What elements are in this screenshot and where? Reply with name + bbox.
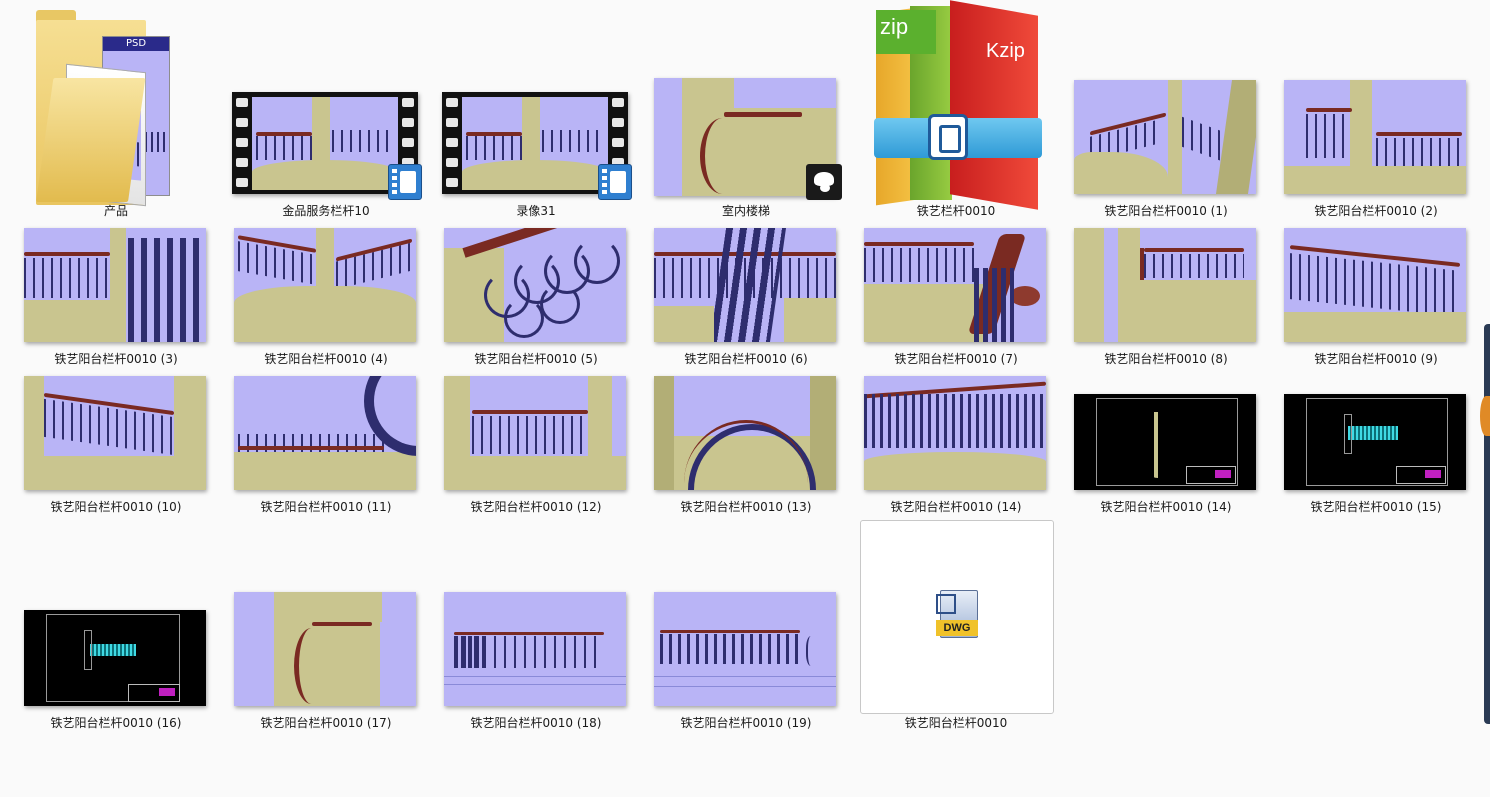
- image-thumbnail: [444, 228, 626, 342]
- kzip-text: Kzip: [986, 40, 1025, 62]
- folder-icon: PSD: [36, 8, 170, 207]
- file-label: 铁艺阳台栏杆0010 (2): [1314, 204, 1438, 218]
- image-thumbnail: [24, 228, 206, 342]
- file-label: 铁艺阳台栏杆0010 (14): [890, 500, 1022, 514]
- file-label: 铁艺阳台栏杆0010 (11): [260, 500, 392, 514]
- file-label: 铁艺阳台栏杆0010 (9): [1314, 352, 1438, 366]
- image-thumbnail: [444, 592, 626, 706]
- file-label: 金品服务栏杆10: [282, 204, 370, 218]
- image-thumbnail: [234, 228, 416, 342]
- image-thumbnail: [654, 376, 836, 490]
- image-viewer-icon: [806, 164, 842, 200]
- video-icon: [388, 164, 422, 200]
- file-label: 铁艺阳台栏杆0010 (15): [1310, 500, 1442, 514]
- file-label: 铁艺阳台栏杆0010 (4): [264, 352, 388, 366]
- cad-thumbnail: [1074, 394, 1256, 490]
- image-thumbnail: [444, 376, 626, 490]
- file-label: 铁艺阳台栏杆0010 (16): [50, 716, 182, 730]
- file-label: 铁艺阳台栏杆0010 (18): [470, 716, 602, 730]
- file-label: 铁艺阳台栏杆0010 (8): [1104, 352, 1228, 366]
- psd-badge: PSD: [103, 37, 169, 51]
- file-label: 铁艺阳台栏杆0010 (17): [260, 716, 392, 730]
- image-thumbnail: [1074, 228, 1256, 342]
- file-label: 铁艺阳台栏杆0010 (19): [680, 716, 812, 730]
- cad-thumbnail: [1284, 394, 1466, 490]
- image-thumbnail: [234, 592, 416, 706]
- file-label: 铁艺栏杆0010: [916, 204, 996, 218]
- file-label: 铁艺阳台栏杆0010 (5): [474, 352, 598, 366]
- file-label: 铁艺阳台栏杆0010 (13): [680, 500, 812, 514]
- file-label: 铁艺阳台栏杆0010 (10): [50, 500, 182, 514]
- file-label: 铁艺阳台栏杆0010: [904, 716, 1008, 730]
- file-label: 产品: [103, 204, 128, 218]
- image-thumbnail: [1074, 80, 1256, 194]
- file-label: 铁艺阳台栏杆0010 (14): [1100, 500, 1232, 514]
- image-thumbnail: [654, 228, 836, 342]
- right-edge-panel: [1484, 324, 1490, 724]
- image-thumbnail: [864, 376, 1046, 490]
- image-thumbnail: [24, 376, 206, 490]
- image-thumbnail: [864, 228, 1046, 342]
- image-thumbnail: [1284, 228, 1466, 342]
- cad-thumbnail: [24, 610, 206, 706]
- file-label: 铁艺阳台栏杆0010 (1): [1104, 204, 1228, 218]
- image-thumbnail: [654, 592, 836, 706]
- image-thumbnail: [234, 376, 416, 490]
- file-label: 铁艺阳台栏杆0010 (7): [894, 352, 1018, 366]
- right-edge-orange-button[interactable]: [1480, 396, 1490, 436]
- dwg-file-icon: DWG: [936, 590, 978, 638]
- video-icon: [598, 164, 632, 200]
- file-label: 铁艺阳台栏杆0010 (12): [470, 500, 602, 514]
- file-label: 铁艺阳台栏杆0010 (6): [684, 352, 808, 366]
- file-label: 录像31: [516, 204, 556, 218]
- image-thumbnail: [1284, 80, 1466, 194]
- zip-archive-icon: zip Kzip: [870, 0, 1046, 210]
- file-label: 铁艺阳台栏杆0010 (3): [54, 352, 178, 366]
- file-label: 室内楼梯: [721, 204, 770, 218]
- dwg-label: DWG: [936, 620, 978, 636]
- zip-text: zip: [880, 14, 909, 39]
